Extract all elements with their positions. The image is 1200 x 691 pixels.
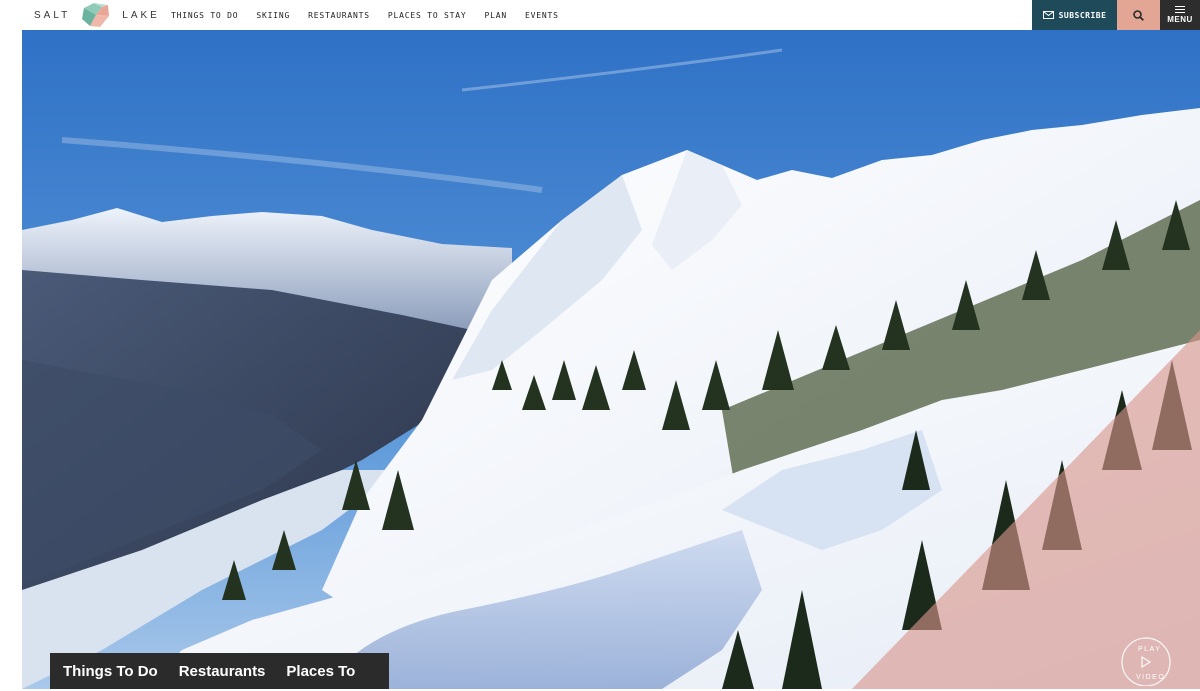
subscribe-label: SUBSCRIBE [1058,10,1107,20]
hamburger-icon [1175,6,1185,13]
search-button[interactable] [1117,0,1160,30]
menu-button[interactable]: MENU [1160,0,1200,30]
quick-link-places-to[interactable]: Places To [286,663,355,680]
logo-word-right: LAKE [122,9,160,21]
nav-things-to-do[interactable]: THINGS TO DO [171,11,238,20]
nav-plan[interactable]: PLAN [485,11,507,20]
nav-skiing[interactable]: SKIING [256,11,290,20]
nav-places-to-stay[interactable]: PLACES TO STAY [388,11,467,20]
quick-link-things-to-do[interactable]: Things To Do [63,663,158,680]
envelope-icon [1042,11,1054,19]
subscribe-button[interactable]: SUBSCRIBE [1032,0,1117,30]
play-video-badge: PLAY VIDEO [1121,637,1171,687]
primary-nav: THINGS TO DO SKIING RESTAURANTS PLACES T… [171,0,559,30]
play-icon [1141,656,1152,668]
menu-label: MENU [1167,15,1193,24]
logo-word-left: SALT [34,9,71,21]
site-header: SALT LAKE THINGS TO DO SKIING RESTAURANT… [0,0,1200,30]
site-logo[interactable]: SALT LAKE [34,0,160,30]
quick-links-bar: Things To Do Restaurants Places To [50,653,389,689]
hero-banner [22,30,1200,689]
hero-mountain-image [22,30,1200,689]
logo-gem-icon [82,3,110,27]
video-label: VIDEO [1136,674,1165,681]
play-label: PLAY [1138,646,1161,653]
search-icon [1133,9,1144,21]
nav-restaurants[interactable]: RESTAURANTS [308,11,370,20]
quick-link-restaurants[interactable]: Restaurants [179,663,266,680]
nav-events[interactable]: EVENTS [525,11,559,20]
play-video-button[interactable]: PLAY VIDEO [1116,636,1176,687]
